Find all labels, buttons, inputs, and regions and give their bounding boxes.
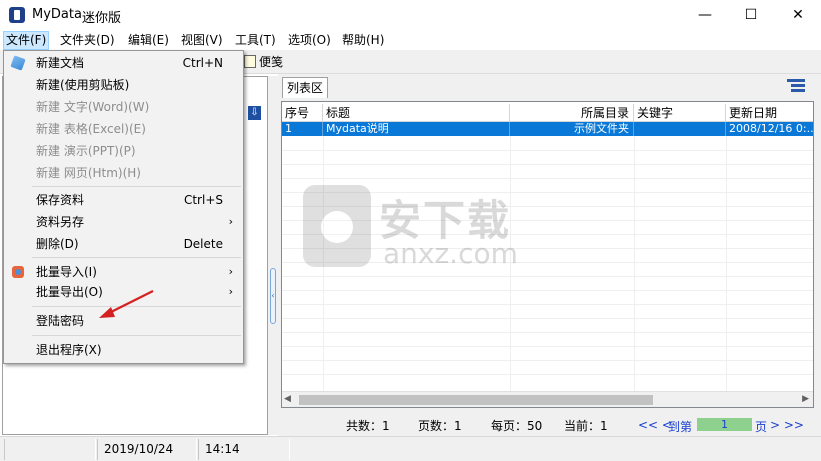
column-header-title[interactable]: 标题 — [323, 104, 510, 122]
submenu-arrow-icon: › — [228, 215, 233, 228]
column-header-updated[interactable]: 更新日期 — [726, 104, 813, 122]
title-bar: MyData 迷你版 — ☐ ✕ — [0, 0, 821, 31]
status-time: 14:14 — [198, 439, 290, 460]
window-title: MyData — [32, 7, 82, 22]
window-subtitle: 迷你版 — [82, 11, 122, 26]
pane-splitter[interactable] — [268, 76, 278, 435]
pager-per-page: 每页：50 — [491, 419, 543, 433]
note-label: 便笺 — [259, 55, 284, 69]
menu-item-delete[interactable]: 删除(D) Delete — [4, 233, 243, 255]
status-date: 2019/10/24 — [97, 439, 197, 460]
download-icon[interactable]: ⇩ — [248, 106, 261, 120]
scroll-left-icon[interactable]: ◀ — [284, 394, 291, 404]
pager-goto-label: 到第 — [668, 420, 693, 434]
app-icon — [9, 7, 25, 23]
table-row[interactable]: 1 Mydata说明 示例文件夹 2008/12/16 0:... — [282, 122, 814, 136]
watermark-en: anxz.com — [383, 237, 518, 270]
minimize-button[interactable]: — — [682, 0, 728, 31]
maximize-button[interactable]: ☐ — [728, 0, 774, 31]
menu-item-batch-import[interactable]: 批量导入(I) › — [4, 261, 243, 283]
menu-edit[interactable]: 编辑(E) — [126, 31, 171, 50]
collapse-handle-icon[interactable]: ‹ — [270, 268, 276, 324]
tab-list-area[interactable]: 列表区 — [282, 77, 329, 98]
menu-item-new-word: 新建 文字(Word)(W) — [36, 100, 150, 114]
menu-item-save-as[interactable]: 资料另存 › — [4, 211, 243, 233]
menu-bar: 文件(F) 文件夹(D) 编辑(E) 视图(V) 工具(T) 选项(O) 帮助(… — [0, 31, 821, 50]
watermark-logo: 安下载 anxz.com — [303, 185, 531, 277]
pager-next-button[interactable]: > >> — [770, 418, 804, 432]
menu-item-new-excel: 新建 表格(Excel)(E) — [36, 122, 146, 136]
column-header-keywords[interactable]: 关键字 — [634, 104, 726, 122]
menu-separator — [32, 257, 241, 258]
import-icon — [12, 266, 24, 278]
menu-folder[interactable]: 文件夹(D) — [58, 31, 117, 50]
scroll-right-icon[interactable]: ▶ — [802, 394, 809, 404]
close-button[interactable]: ✕ — [775, 0, 821, 31]
red-arrow-annotation — [99, 290, 154, 318]
column-header-index[interactable]: 序号 — [282, 104, 323, 122]
menu-help[interactable]: 帮助(H) — [340, 31, 386, 50]
scroll-thumb[interactable] — [299, 395, 653, 405]
menu-tools[interactable]: 工具(T) — [233, 31, 278, 50]
row-title: Mydata说明 — [323, 122, 510, 136]
list-header: 序号 标题 所属目录 关键字 更新日期 — [282, 104, 813, 122]
pager-page-suffix: 页 — [755, 420, 768, 434]
submenu-arrow-icon: › — [228, 285, 233, 298]
list-view-icon[interactable] — [787, 79, 805, 95]
note-icon — [244, 55, 256, 68]
menu-separator — [32, 186, 241, 187]
pager-pages: 页数：1 — [418, 419, 462, 433]
menu-item-new-ppt: 新建 演示(PPT)(P) — [36, 144, 136, 158]
menu-item-new-clipboard[interactable]: 新建(使用剪贴板) — [4, 74, 243, 96]
menu-item-new-doc[interactable]: 新建文档 Ctrl+N — [4, 52, 243, 74]
row-keywords — [634, 122, 726, 136]
status-cell-empty — [4, 439, 96, 460]
pager-total: 共数：1 — [346, 419, 390, 433]
menu-item-new-htm: 新建 网页(Htm)(H) — [36, 166, 141, 180]
pager-current: 当前：1 — [564, 419, 608, 433]
row-updated: 2008/12/16 0:... — [729, 122, 814, 135]
page-number-input[interactable]: 1 — [697, 418, 752, 431]
new-doc-icon — [10, 55, 26, 71]
menu-view[interactable]: 视图(V) — [179, 31, 225, 50]
note-button[interactable]: 便笺 — [244, 53, 283, 70]
column-header-folder[interactable]: 所属目录 — [510, 104, 634, 122]
menu-item-save[interactable]: 保存资料 Ctrl+S — [4, 189, 243, 211]
horizontal-scrollbar[interactable]: ◀ ▶ — [282, 391, 813, 407]
menu-file[interactable]: 文件(F) — [3, 31, 50, 50]
status-bar: 2019/10/24 14:14 — [0, 436, 821, 461]
watermark-bag-icon — [303, 185, 371, 267]
row-index: 1 — [282, 122, 323, 136]
pager-prev-button[interactable]: << < — [638, 418, 672, 432]
submenu-arrow-icon: › — [228, 265, 233, 278]
menu-separator — [32, 335, 241, 336]
menu-options[interactable]: 选项(O) — [286, 31, 333, 50]
menu-item-exit[interactable]: 退出程序(X) — [4, 339, 243, 361]
row-folder: 示例文件夹 — [510, 122, 634, 136]
